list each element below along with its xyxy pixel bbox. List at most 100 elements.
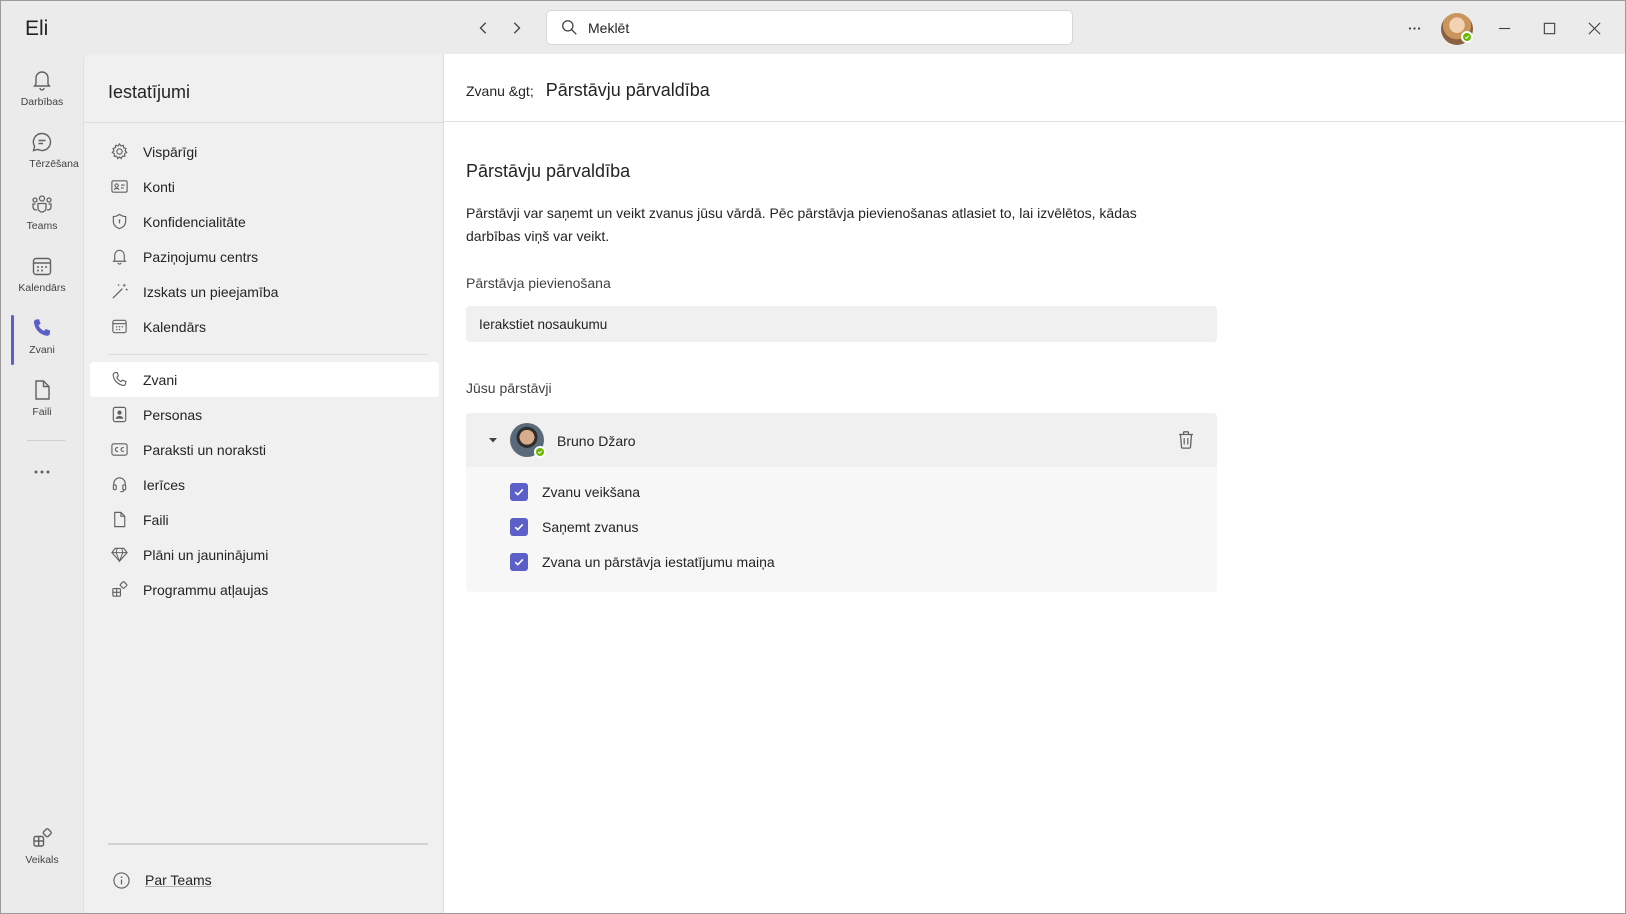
calendar-icon — [32, 257, 52, 276]
rail-item-store[interactable]: Veikals — [5, 822, 79, 880]
settings-item-label: Paraksti un noraksti — [143, 441, 266, 458]
caret-down-icon[interactable] — [486, 433, 500, 447]
permission-make-calls[interactable]: Zvanu veikšana — [510, 481, 640, 503]
presence-available-icon — [534, 446, 546, 458]
breadcrumb: Zvanu &gt; Pārstāvju pārvaldība — [466, 80, 710, 101]
rail-label: Zvani — [29, 344, 55, 356]
phone-icon — [33, 319, 51, 336]
settings-item-accounts[interactable]: Konti — [90, 169, 439, 204]
add-delegate-input[interactable] — [466, 306, 1217, 342]
delete-icon[interactable] — [1175, 429, 1197, 451]
divider — [84, 122, 443, 123]
settings-item-calls[interactable]: Zvani — [90, 362, 439, 397]
settings-item-calendar[interactable]: Kalendārs — [90, 309, 439, 344]
main-content: Zvanu &gt; Pārstāvju pārvaldība Pārstāvj… — [444, 54, 1625, 913]
settings-pane: Iestatījumi Vispārīgi Konti Konfidencial… — [83, 54, 444, 913]
rail-item-calls[interactable]: Zvani — [5, 312, 79, 370]
more-apps-button[interactable] — [5, 456, 79, 486]
bell-icon — [112, 249, 127, 265]
checkbox-checked[interactable] — [510, 518, 528, 536]
bell-icon — [33, 71, 51, 91]
settings-item-label: Paziņojumu centrs — [143, 248, 259, 265]
delegates-label: Jūsu pārstāvji — [466, 380, 552, 396]
divider — [108, 843, 428, 845]
settings-item-label: Plāni un jauninājumi — [143, 546, 269, 563]
delegate-card: Bruno Džaro Zvanu veikšana Saņemt zvanus — [466, 413, 1217, 592]
divider — [444, 121, 1625, 122]
forward-button[interactable] — [503, 15, 529, 41]
rail-item-chat[interactable]: Tērzēšana — [5, 126, 79, 184]
rail-label: Faili — [32, 406, 52, 418]
delegate-name: Bruno Džaro — [557, 433, 636, 449]
chevron-left-icon — [479, 22, 487, 34]
settings-item-people[interactable]: Personas — [90, 397, 439, 432]
settings-item-captions[interactable]: Paraksti un noraksti — [90, 432, 439, 467]
chat-icon — [32, 132, 52, 152]
settings-item-files[interactable]: Faili — [90, 502, 439, 537]
file-icon — [35, 380, 50, 400]
headset-icon — [112, 477, 127, 493]
permission-label: Saņemt zvanus — [542, 519, 639, 535]
permission-receive-calls[interactable]: Saņemt zvanus — [510, 516, 639, 538]
rail-label: Teams — [26, 220, 58, 232]
permission-label: Zvanu veikšana — [542, 484, 641, 500]
phone-icon — [112, 371, 127, 386]
checkbox-checked[interactable] — [510, 553, 528, 571]
rail-item-files[interactable]: Faili — [5, 374, 79, 432]
settings-item-label: Zvani — [143, 371, 178, 388]
apps-icon — [112, 581, 128, 597]
settings-item-plans[interactable]: Plāni un jauninājumi — [90, 537, 439, 572]
divider — [108, 354, 428, 355]
settings-item-label: Ierīces — [143, 476, 186, 493]
settings-item-label: Personas — [143, 406, 203, 423]
back-button[interactable] — [471, 15, 497, 41]
permission-change-settings[interactable]: Zvana un pārstāvja iestatījumu maiņa — [510, 551, 775, 573]
settings-item-privacy[interactable]: Konfidencialitāte — [90, 204, 439, 239]
minimize-button[interactable] — [1489, 13, 1519, 43]
search-box[interactable] — [546, 10, 1073, 45]
rail-item-activity[interactable]: Darbības — [5, 64, 79, 122]
rail-item-teams[interactable]: Teams — [5, 188, 79, 246]
gear-icon — [111, 142, 128, 160]
section-description: Pārstāvji var saņemt un veikt zvanus jūs… — [466, 205, 1137, 244]
teams-window: Eli Darbības — [0, 0, 1626, 914]
checkmark-icon — [514, 488, 524, 496]
settings-item-notifications[interactable]: Paziņojumu centrs — [90, 239, 439, 274]
settings-item-appearance[interactable]: Izskats un pieejamība — [90, 274, 439, 309]
settings-item-general[interactable]: Vispārīgi — [90, 134, 439, 169]
rail-divider — [27, 440, 65, 441]
minimize-icon — [1498, 27, 1510, 29]
app-name: Eli — [25, 17, 49, 40]
page-title: Pārstāvju pārvaldība — [545, 80, 710, 100]
chevron-right-icon — [513, 22, 521, 34]
settings-title: Iestatījumi — [108, 82, 191, 102]
shield-icon — [112, 213, 127, 230]
settings-item-label: Programmu atļaujas — [143, 581, 269, 598]
checkmark-icon — [514, 523, 524, 531]
search-input[interactable] — [588, 19, 1028, 36]
settings-item-app-permissions[interactable]: Programmu atļaujas — [90, 572, 439, 607]
wand-icon — [112, 283, 128, 299]
section-title: Pārstāvju pārvaldība — [466, 161, 631, 181]
rail-label: Darbības — [20, 96, 64, 108]
about-teams-link[interactable]: Par Teams — [112, 866, 212, 894]
apps-icon — [33, 828, 52, 847]
settings-item-devices[interactable]: Ierīces — [90, 467, 439, 502]
close-button[interactable] — [1579, 13, 1609, 43]
settings-item-label: Izskats un pieejamība — [143, 283, 279, 300]
delegate-header[interactable]: Bruno Džaro — [466, 413, 1217, 467]
title-bar: Eli — [1, 1, 1625, 54]
maximize-button[interactable] — [1534, 13, 1564, 43]
add-delegate-label: Pārstāvja pievienošana — [466, 275, 611, 291]
settings-item-label: Kalendārs — [143, 318, 207, 335]
presence-available-icon — [1461, 31, 1473, 43]
more-horizontal-icon — [1408, 26, 1420, 30]
checkbox-checked[interactable] — [510, 483, 528, 501]
more-options-button[interactable] — [1399, 13, 1429, 43]
rail-item-calendar[interactable]: Kalendārs — [5, 250, 79, 308]
settings-item-label: Vispārīgi — [143, 143, 198, 160]
more-horizontal-icon — [34, 470, 50, 474]
teams-icon — [32, 195, 52, 213]
close-icon — [1587, 21, 1601, 35]
breadcrumb-parent[interactable]: Zvanu &gt; — [466, 83, 534, 99]
